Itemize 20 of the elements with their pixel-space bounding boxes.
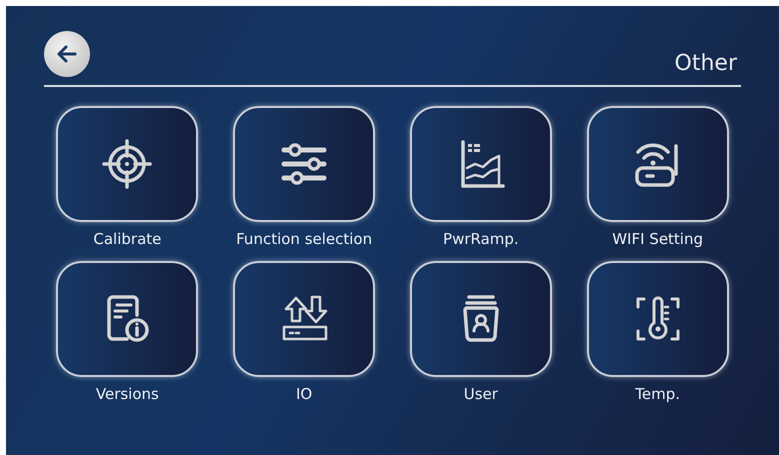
menu-tile[interactable] (410, 106, 552, 222)
menu-tile[interactable] (586, 260, 729, 376)
page-title: Other (674, 53, 738, 78)
tile-label: IO (296, 384, 312, 404)
tile-label: WIFI Setting (612, 229, 704, 250)
tile-label: Temp. (635, 384, 680, 404)
back-button[interactable] (44, 31, 90, 77)
back-arrow-icon (57, 45, 77, 63)
tile-label: Calibrate (93, 229, 162, 250)
menu-tile[interactable] (56, 106, 198, 222)
tile-label: User (464, 384, 498, 404)
menu-tile[interactable] (410, 260, 552, 376)
menu-tile[interactable] (233, 260, 376, 376)
menu-tile[interactable] (233, 106, 376, 222)
tile-label: Function selection (236, 229, 372, 250)
tile-label: PwrRamp. (443, 229, 519, 250)
target-icon (101, 138, 154, 190)
menu-tile[interactable] (56, 260, 198, 376)
menu-tile[interactable] (586, 106, 729, 222)
tile-label: Versions (96, 384, 159, 404)
